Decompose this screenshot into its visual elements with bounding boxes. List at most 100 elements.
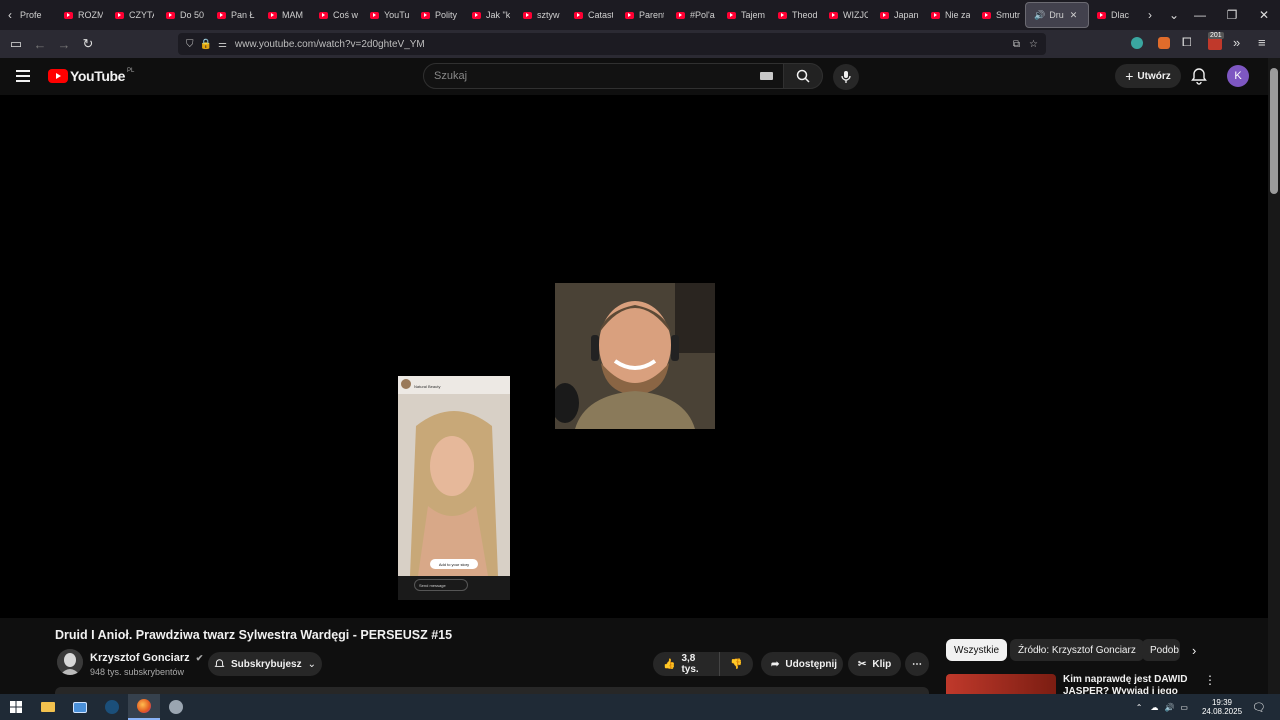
more-actions-button[interactable]: ⋯	[905, 652, 929, 676]
tab-item[interactable]: Do 50	[158, 2, 209, 28]
url-text[interactable]: www.youtube.com/watch?v=2d0ghteV_YM	[235, 39, 425, 50]
video-title: Druid I Anioł. Prawdziwa twarz Sylwestra…	[55, 628, 453, 642]
hamburger-menu-icon[interactable]: ≡	[1258, 35, 1266, 50]
reload-icon[interactable]: ↻	[76, 32, 100, 56]
tab-item[interactable]: CZYTA	[107, 2, 158, 28]
close-window-icon[interactable]: ✕	[1248, 0, 1280, 30]
bell-icon	[214, 659, 225, 667]
chip-from-channel[interactable]: Źródło: Krzysztof Gonciarz	[1010, 639, 1144, 661]
search-button[interactable]	[783, 63, 823, 89]
tab-label: Theod	[792, 10, 817, 20]
clip-button[interactable]: ✂ Klip	[848, 652, 901, 676]
forward-icon[interactable]: →	[52, 32, 76, 56]
permissions-icon[interactable]: ⚌	[218, 39, 227, 50]
extensions-puzzle-icon[interactable]: ⧠	[1182, 35, 1192, 50]
more-tools-icon[interactable]: »	[1233, 35, 1240, 50]
youtube-favicon-icon	[727, 11, 736, 19]
description-box[interactable]	[55, 687, 929, 694]
tab-item[interactable]: WIZJC	[821, 2, 872, 28]
account-avatar[interactable]: K	[1227, 65, 1249, 87]
sidebar-toggle-icon[interactable]: ▭	[4, 32, 28, 56]
url-bar[interactable]: ⛉ 🔒 ⚌ www.youtube.com/watch?v=2d0ghteV_Y…	[178, 33, 1046, 55]
desktop-app-icon[interactable]	[64, 694, 96, 720]
dislike-button[interactable]: 👎	[719, 652, 753, 676]
chevron-right-icon[interactable]: ›	[1192, 643, 1196, 658]
picture-in-picture-icon[interactable]: ⧉	[1013, 39, 1020, 50]
youtube-favicon-icon	[319, 11, 328, 19]
speaker-icon[interactable]: 🔊	[1034, 10, 1045, 21]
like-button[interactable]: 👍 3,8 tys.	[653, 652, 719, 676]
channel-name[interactable]: Krzysztof Gonciarz ✔	[90, 652, 203, 664]
create-button[interactable]: + Utwórz	[1115, 64, 1181, 88]
tab-label: Catast	[588, 10, 613, 20]
tab-item[interactable]: Nie za	[923, 2, 974, 28]
tab-item[interactable]: Catast	[566, 2, 617, 28]
recommended-thumbnail[interactable]	[946, 674, 1056, 694]
extension-icon[interactable]	[1158, 37, 1170, 49]
tab-item[interactable]: ROZM	[56, 2, 107, 28]
channel-name-text[interactable]: Krzysztof Gonciarz	[90, 652, 190, 664]
speaker-tray-icon[interactable]: 🔊	[1164, 703, 1174, 712]
tab-item[interactable]: Coś w	[311, 2, 362, 28]
youtube-favicon-icon	[217, 11, 226, 19]
video-player[interactable]: Natural Beauty Add to your story Send me…	[0, 95, 1268, 618]
maximize-icon[interactable]: ❐	[1216, 0, 1248, 30]
recommended-title[interactable]: Kim naprawdę jest DAWID JASPER? Wywiad i…	[1063, 674, 1193, 694]
windows-start-icon[interactable]	[0, 694, 32, 720]
lock-icon[interactable]: 🔒	[200, 39, 212, 50]
share-button[interactable]: ➦ Udostępnij	[761, 652, 843, 676]
channel-avatar[interactable]	[57, 649, 83, 675]
tab-item[interactable]: Profe	[20, 2, 56, 28]
file-explorer-icon[interactable]	[32, 694, 64, 720]
shield-icon[interactable]: ⛉	[186, 39, 194, 50]
video-details: Druid I Anioł. Prawdziwa twarz Sylwestra…	[0, 618, 1268, 694]
youtube-play-icon	[48, 69, 68, 83]
tab-active[interactable]: 🔊 Dru ✕	[1025, 2, 1089, 28]
scroll-tabs-left-icon[interactable]: ‹	[0, 2, 20, 28]
tab-item[interactable]: MAM	[260, 2, 311, 28]
search-input[interactable]: Szukaj	[423, 63, 784, 89]
tab-item[interactable]: Jak "k	[464, 2, 515, 28]
back-icon[interactable]: ←	[28, 32, 52, 56]
tab-item[interactable]: Smutr	[974, 2, 1025, 28]
tab-item[interactable]: Japan	[872, 2, 923, 28]
notifications-icon[interactable]: 🗨	[1252, 701, 1266, 714]
list-all-tabs-icon[interactable]: ⌄	[1164, 2, 1184, 28]
app-icon[interactable]	[160, 694, 192, 720]
tab-label: CZYTA	[129, 10, 154, 20]
close-tab-icon[interactable]: ✕	[1070, 10, 1078, 21]
subscribe-button[interactable]: Subskrybujesz ⌄	[208, 652, 322, 676]
onedrive-icon[interactable]: ☁	[1150, 703, 1158, 712]
more-vertical-icon[interactable]: ⋮	[1204, 673, 1216, 687]
verified-check-icon: ✔	[195, 653, 204, 663]
scroll-tabs-right-icon[interactable]: ›	[1140, 2, 1160, 28]
time: 19:39	[1211, 698, 1233, 707]
tab-item[interactable]: Pan Ł	[209, 2, 260, 28]
tab-item[interactable]: #Pol'a	[668, 2, 719, 28]
tab-label: Dlac	[1111, 10, 1130, 20]
tray-overflow-icon[interactable]: ⌃	[1136, 703, 1143, 712]
firefox-icon[interactable]	[128, 694, 160, 720]
voice-search-button[interactable]	[833, 64, 859, 90]
notifications-bell-icon[interactable]	[1190, 67, 1208, 85]
chip-related[interactable]: Podob	[1142, 639, 1180, 661]
network-icon[interactable]: ▭	[1180, 703, 1188, 712]
keyboard-icon[interactable]	[760, 72, 773, 80]
minimize-icon[interactable]: —	[1184, 0, 1216, 30]
tab-item[interactable]: Parent	[617, 2, 668, 28]
youtube-logo[interactable]: YouTube PL	[48, 68, 134, 84]
bookmark-star-icon[interactable]: ☆	[1029, 39, 1038, 50]
steam-icon[interactable]	[96, 694, 128, 720]
tab-item[interactable]: Dlac	[1089, 2, 1140, 28]
tab-item[interactable]: Theod	[770, 2, 821, 28]
tab-item[interactable]: Tajem	[719, 2, 770, 28]
chip-all[interactable]: Wszystkie	[946, 639, 1007, 661]
clock[interactable]: 19:39 24.08.2025	[1202, 698, 1242, 716]
tab-item[interactable]: sztyw	[515, 2, 566, 28]
tab-item[interactable]: Polity	[413, 2, 464, 28]
page-scrollbar[interactable]	[1268, 58, 1280, 694]
guide-menu-icon[interactable]	[16, 70, 30, 82]
scrollbar-thumb[interactable]	[1270, 68, 1278, 194]
extension-icon[interactable]	[1131, 37, 1143, 49]
tab-item[interactable]: YouTu	[362, 2, 413, 28]
